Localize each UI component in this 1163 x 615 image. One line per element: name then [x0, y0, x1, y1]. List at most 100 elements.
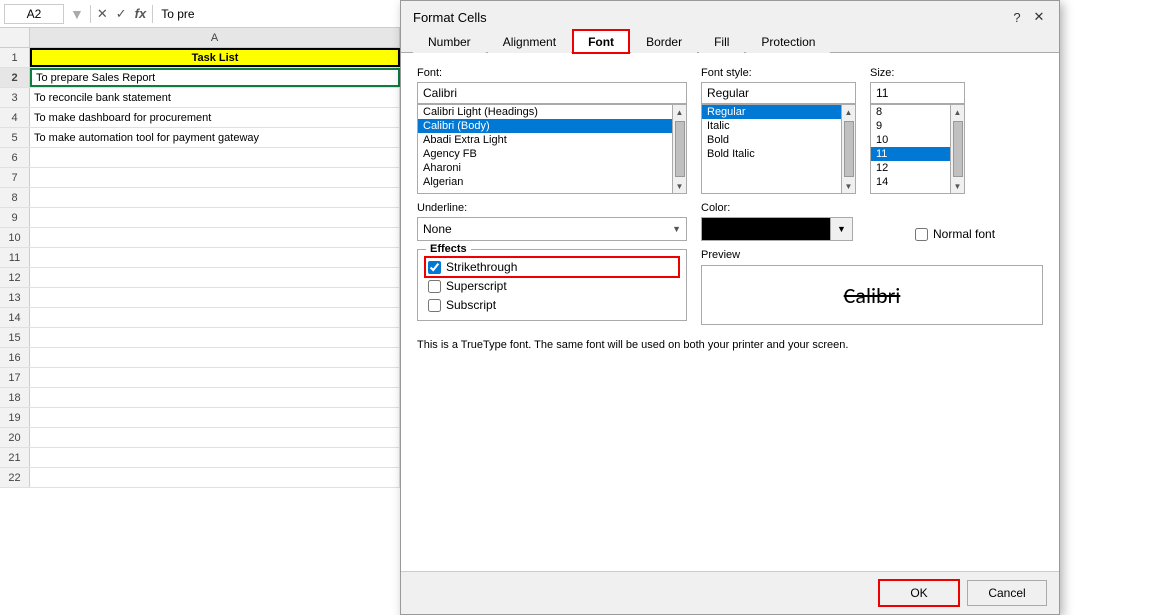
tab-protection[interactable]: Protection [746, 30, 830, 53]
ok-button[interactable]: OK [879, 580, 959, 606]
cell-a14[interactable] [30, 308, 400, 327]
style-scrollbar[interactable]: ▲ ▼ [842, 104, 856, 194]
cell-a5[interactable]: To make automation tool for payment gate… [30, 128, 400, 147]
scroll-down-arrow[interactable]: ▼ [842, 179, 856, 193]
tab-alignment[interactable]: Alignment [488, 30, 571, 53]
scroll-thumb[interactable] [675, 121, 685, 177]
scroll-up-arrow[interactable]: ▲ [673, 105, 687, 119]
help-button[interactable]: ? [1009, 9, 1025, 25]
dialog-title: Format Cells [413, 10, 487, 25]
scroll-thumb[interactable] [844, 121, 854, 177]
style-input[interactable] [701, 82, 856, 104]
font-input[interactable] [417, 82, 687, 104]
cell-a1[interactable]: Task List [30, 48, 400, 67]
cell-a7[interactable] [30, 168, 400, 187]
cell-a18[interactable] [30, 388, 400, 407]
cell-a21[interactable] [30, 448, 400, 467]
cell-a4[interactable]: To make dashboard for procurement [30, 108, 400, 127]
tab-font[interactable]: Font [573, 30, 629, 53]
cell-a15[interactable] [30, 328, 400, 347]
cell-a11[interactable] [30, 248, 400, 267]
size-input[interactable] [870, 82, 965, 104]
cell-ref-input[interactable] [4, 4, 64, 24]
cell-a22[interactable] [30, 468, 400, 487]
superscript-checkbox[interactable] [428, 280, 441, 293]
font-field-group: Font: Calibri Light (Headings) Calibri (… [417, 67, 687, 194]
list-item[interactable]: 8 [871, 105, 950, 119]
color-swatch[interactable] [701, 217, 831, 241]
row-header-spacer [0, 28, 30, 47]
cancel-formula-icon[interactable]: ✕ [95, 6, 110, 22]
table-row: 2 To prepare Sales Report [0, 68, 400, 88]
list-item[interactable]: 14 [871, 175, 950, 189]
list-item[interactable]: 11 [871, 147, 950, 161]
list-item[interactable]: Bold Italic [702, 147, 841, 161]
tab-number[interactable]: Number [413, 30, 486, 53]
row-num: 5 [0, 128, 30, 147]
size-list[interactable]: 8 9 10 11 12 14 [870, 104, 951, 194]
scroll-up-arrow[interactable]: ▲ [951, 105, 965, 119]
row-num: 10 [0, 228, 30, 247]
list-item[interactable]: Algerian [418, 175, 672, 189]
list-item[interactable]: Aharoni [418, 161, 672, 175]
list-item[interactable]: 12 [871, 161, 950, 175]
list-item[interactable]: Regular [702, 105, 841, 119]
normal-font-checkbox[interactable] [915, 228, 928, 241]
cell-a2[interactable]: To prepare Sales Report [30, 68, 400, 87]
size-scrollbar[interactable]: ▲ ▼ [951, 104, 965, 194]
cell-a17[interactable] [30, 368, 400, 387]
list-item[interactable]: Italic [702, 119, 841, 133]
color-dropdown-button[interactable]: ▼ [831, 217, 853, 241]
cell-a3[interactable]: To reconcile bank statement [30, 88, 400, 107]
confirm-formula-icon[interactable]: ✓ [114, 6, 129, 22]
scroll-up-arrow[interactable]: ▲ [842, 105, 856, 119]
strikethrough-checkbox[interactable] [428, 261, 441, 274]
table-row: 22 [0, 468, 400, 488]
cell-a13[interactable] [30, 288, 400, 307]
subscript-checkbox[interactable] [428, 299, 441, 312]
tab-border[interactable]: Border [631, 30, 697, 53]
list-item[interactable]: Bold [702, 133, 841, 147]
list-item[interactable]: 10 [871, 133, 950, 147]
scroll-down-arrow[interactable]: ▼ [673, 179, 687, 193]
fx-icon[interactable]: fx [133, 6, 149, 21]
underline-field-group: Underline: None ▼ [417, 202, 687, 241]
font-scrollbar[interactable]: ▲ ▼ [673, 104, 687, 194]
effects-column: Effects Strikethrough Superscript Sub [417, 249, 687, 329]
row-num: 9 [0, 208, 30, 227]
list-item[interactable]: Agency FB [418, 147, 672, 161]
cell-a6[interactable] [30, 148, 400, 167]
table-row: 15 [0, 328, 400, 348]
cell-a19[interactable] [30, 408, 400, 427]
close-button[interactable]: ✕ [1031, 9, 1047, 25]
size-field-group: Size: 8 9 10 11 12 14 ▲ ▼ [870, 67, 965, 194]
normal-font-group: Normal font [915, 227, 1043, 241]
underline-select[interactable]: None ▼ [417, 217, 687, 241]
subscript-label[interactable]: Subscript [428, 298, 676, 312]
tab-fill[interactable]: Fill [699, 30, 744, 53]
row-num: 7 [0, 168, 30, 187]
cell-a10[interactable] [30, 228, 400, 247]
style-list[interactable]: Regular Italic Bold Bold Italic [701, 104, 842, 194]
row-num: 18 [0, 388, 30, 407]
list-item[interactable]: Calibri (Body) [418, 119, 672, 133]
cancel-button[interactable]: Cancel [967, 580, 1047, 606]
scroll-thumb[interactable] [953, 121, 963, 177]
table-row: 17 [0, 368, 400, 388]
list-item[interactable]: Abadi Extra Light [418, 133, 672, 147]
scroll-down-arrow[interactable]: ▼ [951, 179, 965, 193]
cell-a16[interactable] [30, 348, 400, 367]
cell-a12[interactable] [30, 268, 400, 287]
cell-a20[interactable] [30, 428, 400, 447]
superscript-label[interactable]: Superscript [428, 279, 676, 293]
preview-box: Calibri [701, 265, 1043, 325]
list-item[interactable]: 9 [871, 119, 950, 133]
formula-bar: ▼ ✕ ✓ fx To pre [0, 0, 400, 28]
font-list[interactable]: Calibri Light (Headings) Calibri (Body) … [417, 104, 673, 194]
effects-section: Effects Strikethrough Superscript Sub [417, 249, 687, 321]
cell-a8[interactable] [30, 188, 400, 207]
cell-a9[interactable] [30, 208, 400, 227]
list-item[interactable]: Calibri Light (Headings) [418, 105, 672, 119]
normal-font-label[interactable]: Normal font [915, 227, 995, 241]
strikethrough-label[interactable]: Strikethrough [428, 260, 676, 274]
